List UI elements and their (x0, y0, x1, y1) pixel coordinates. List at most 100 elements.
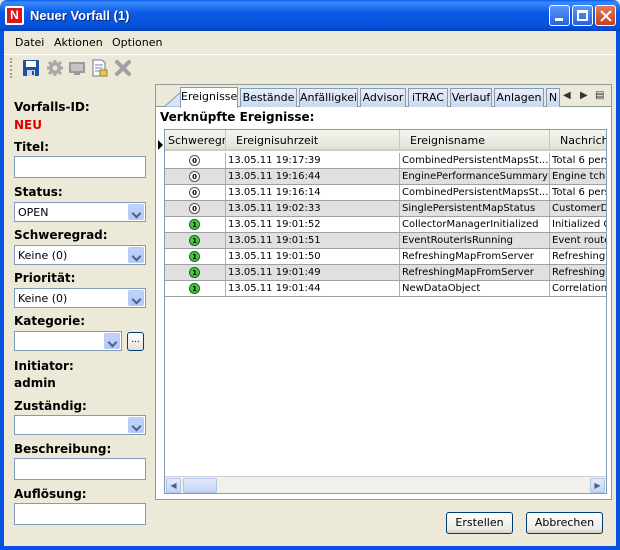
app-icon: N (5, 6, 24, 25)
close-button[interactable] (595, 5, 616, 26)
tab-next-partial[interactable]: N (546, 88, 560, 107)
tab-scroll-left-icon[interactable]: ◀ (563, 90, 571, 101)
delete-icon[interactable] (114, 59, 132, 77)
cancel-button[interactable]: Abbrechen (526, 512, 603, 534)
name-cell: EnginePerformanceSummary (400, 169, 550, 184)
scroll-thumb[interactable] (183, 478, 217, 493)
window-frame-right (616, 31, 620, 550)
col-header-message[interactable]: Nachricht (550, 130, 606, 151)
create-button[interactable]: Erstellen (446, 512, 513, 534)
aufloesung-input[interactable] (14, 503, 146, 525)
chevron-down-icon[interactable] (128, 204, 144, 220)
kategorie-select[interactable] (14, 331, 122, 351)
table-row[interactable]: 1 13.05.11 19:01:50 RefreshingMapFromServe… (165, 249, 606, 265)
tab-list-icon[interactable]: ▤ (595, 90, 604, 101)
severity-zero-icon: 0 (189, 203, 200, 214)
menu-optionen[interactable]: Optionen (112, 36, 162, 49)
chevron-down-icon[interactable] (104, 333, 120, 349)
minimize-button[interactable] (549, 5, 570, 26)
gear-icon[interactable] (46, 59, 64, 77)
events-panel: Ereignisse Bestände Anfälligkeit Advisor… (155, 84, 612, 500)
scroll-left-icon[interactable]: ◀ (166, 478, 181, 493)
message-cell: CustomerD (550, 201, 606, 216)
table-row[interactable]: 1 13.05.11 19:01:51 EventRouterIsRunning Ev… (165, 233, 606, 249)
toolbar-grip[interactable] (10, 58, 13, 78)
severity-info-icon: 1 (189, 267, 200, 278)
document-icon[interactable] (90, 59, 108, 77)
kategorie-browse-button[interactable]: ... (127, 332, 144, 351)
kategorie-label: Kategorie: (14, 314, 86, 328)
status-value: OPEN (18, 206, 49, 219)
monitor-icon[interactable] (68, 59, 86, 77)
table-row[interactable]: 1 13.05.11 19:01:49 RefreshingMapFromServe… (165, 265, 606, 281)
table-row[interactable]: 1 13.05.11 19:01:52 CollectorManagerInitia… (165, 217, 606, 233)
tab-bar: Ereignisse Bestände Anfälligkeit Advisor… (156, 85, 611, 108)
message-cell: Total 6 pers (550, 185, 606, 200)
table-row[interactable]: 0 13.05.11 19:16:44 EnginePerformanceSumma… (165, 169, 606, 185)
menu-aktionen[interactable]: Aktionen (54, 36, 103, 49)
severity-cell: 0 (165, 201, 226, 216)
maximize-icon (577, 10, 588, 21)
title-bar[interactable]: N Neuer Vorfall (1) (0, 0, 620, 31)
severity-cell: 1 (165, 265, 226, 280)
time-cell: 13.05.11 19:01:49 (226, 265, 400, 280)
severity-info-icon: 1 (189, 251, 200, 262)
table-row[interactable]: 0 13.05.11 19:17:39 CombinedPersistentMaps… (165, 153, 606, 169)
col-header-name[interactable]: Ereignisname (400, 130, 550, 151)
row-pointer-icon (158, 140, 163, 150)
col-header-severity[interactable]: Schweregr. (165, 130, 226, 151)
time-cell: 13.05.11 19:02:33 (226, 201, 400, 216)
prioritaet-label: Priorität: (14, 271, 76, 285)
horizontal-scrollbar[interactable]: ◀ ▶ (165, 476, 606, 493)
schweregrad-select[interactable]: Keine (0) (14, 245, 146, 265)
aufloesung-label: Auflösung: (14, 487, 87, 501)
save-icon[interactable] (22, 59, 40, 77)
scroll-right-icon[interactable]: ▶ (590, 478, 605, 493)
severity-cell: 0 (165, 185, 226, 200)
status-select[interactable]: OPEN (14, 202, 146, 222)
chevron-down-icon[interactable] (128, 417, 144, 433)
col-header-time[interactable]: Ereignisuhrzeit (226, 130, 400, 151)
table-row[interactable]: 0 13.05.11 19:02:33 SinglePersistentMapSta… (165, 201, 606, 217)
incident-form: Vorfalls-ID: NEU Titel: Status: OPEN Sch… (4, 84, 154, 525)
severity-info-icon: 1 (189, 235, 200, 246)
chevron-down-icon[interactable] (128, 290, 144, 306)
time-cell: 13.05.11 19:16:44 (226, 169, 400, 184)
severity-cell: 1 (165, 249, 226, 264)
beschreibung-input[interactable] (14, 458, 146, 480)
window-frame-bottom (0, 546, 620, 550)
menu-bar: Datei Aktionen Optionen (4, 31, 616, 53)
table-row[interactable]: 1 13.05.11 19:01:44 NewDataObject Correlati… (165, 281, 606, 297)
tab-anlagen[interactable]: Anlagen (494, 88, 544, 107)
severity-zero-icon: 0 (189, 155, 200, 166)
titel-label: Titel: (14, 140, 50, 154)
status-label: Status: (14, 185, 63, 199)
prioritaet-select[interactable]: Keine (0) (14, 288, 146, 308)
name-cell: NewDataObject (400, 281, 550, 296)
beschreibung-label: Beschreibung: (14, 442, 112, 456)
time-cell: 13.05.11 19:01:51 (226, 233, 400, 248)
tab-ereignisse[interactable]: Ereignisse (180, 87, 238, 108)
chevron-down-icon[interactable] (128, 247, 144, 263)
name-cell: CollectorManagerInitialized (400, 217, 550, 232)
message-cell: Refreshing (550, 249, 606, 264)
message-cell: Initialized C (550, 217, 606, 232)
maximize-button[interactable] (572, 5, 593, 26)
titel-input[interactable] (14, 156, 146, 178)
severity-cell: 1 (165, 281, 226, 296)
events-table: Schweregr. Ereignisuhrzeit Ereignisname … (164, 129, 607, 494)
tab-scroll-right-icon[interactable]: ▶ (580, 90, 588, 101)
table-row[interactable]: 0 13.05.11 19:16:14 CombinedPersistentMaps… (165, 185, 606, 201)
severity-zero-icon: 0 (189, 187, 200, 198)
menu-datei[interactable]: Datei (15, 36, 44, 49)
tab-itrac[interactable]: iTRAC (408, 88, 448, 107)
tab-bestaende[interactable]: Bestände (240, 88, 297, 107)
message-cell: Engine tchli (550, 169, 606, 184)
tab-anfaelligkeit[interactable]: Anfälligkeit (299, 88, 358, 107)
tab-advisor[interactable]: Advisor (360, 88, 406, 107)
severity-cell: 0 (165, 169, 226, 184)
tab-verlauf[interactable]: Verlauf (450, 88, 492, 107)
events-title: Verknüpfte Ereignisse: (160, 110, 315, 124)
zustaendig-select[interactable] (14, 415, 146, 435)
severity-cell: 1 (165, 217, 226, 232)
